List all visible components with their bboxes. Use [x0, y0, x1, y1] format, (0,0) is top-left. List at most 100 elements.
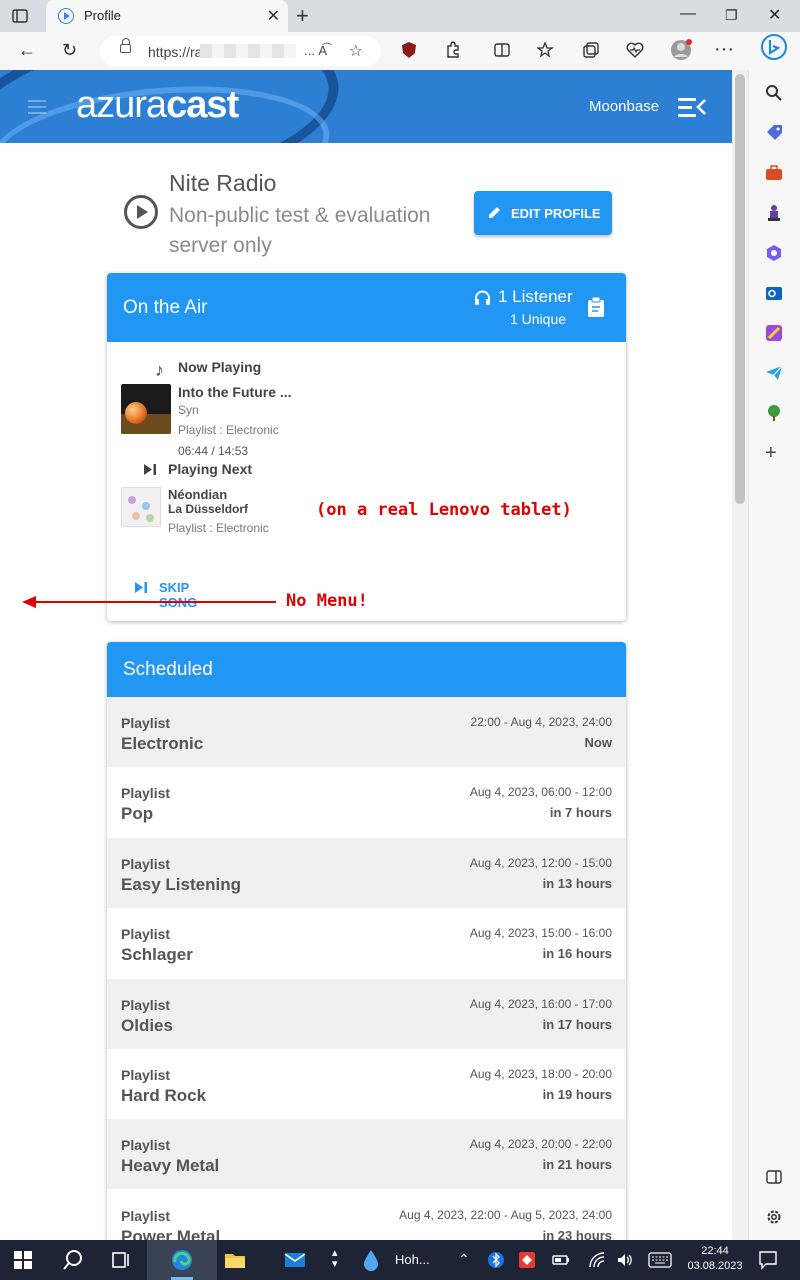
tab-actions-icon[interactable] [10, 6, 30, 26]
now-playing-label: Now Playing [178, 359, 262, 375]
playing-next-playlist: Playlist : Electronic [168, 521, 269, 535]
schedule-row-type: Playlist [121, 1067, 171, 1083]
refresh-icon[interactable]: ↻ [62, 40, 77, 61]
schedule-row-type: Playlist [121, 996, 171, 1013]
schedule-row-name: Heavy Metal [121, 1156, 220, 1176]
extensions-puzzle-icon[interactable] [444, 41, 462, 59]
schedule-row-type: Playlist [121, 1137, 171, 1154]
favorite-star-icon[interactable]: ☆ [349, 41, 363, 61]
designer-icon[interactable] [765, 324, 783, 342]
outlook-icon[interactable] [765, 284, 783, 302]
windows-start-icon[interactable] [14, 1251, 32, 1269]
browser-tab-profile[interactable]: Profile ✕ [46, 0, 288, 32]
collections-icon[interactable] [582, 41, 600, 59]
sidebar-search-icon[interactable] [765, 84, 783, 102]
taskbar-weather-text[interactable]: Hoh... [395, 1252, 430, 1267]
file-explorer-icon[interactable] [224, 1249, 246, 1271]
on-the-air-heading: On the Air [123, 297, 208, 318]
now-playing-artist: Syn [178, 403, 199, 417]
address-bar[interactable]: https://ra ... A͡ ☆ [100, 36, 381, 66]
menu-toggle-icon[interactable] [678, 96, 706, 118]
profile-avatar-icon[interactable] [670, 39, 692, 61]
back-icon[interactable]: ← [18, 40, 36, 61]
task-view-icon[interactable] [110, 1249, 132, 1271]
ublock-icon[interactable] [400, 41, 418, 59]
schedule-row-time: Aug 4, 2023, 16:00 - 17:00 [469, 996, 612, 1011]
now-playing-album-art [121, 384, 171, 434]
schedule-row-relative: in 13 hours [542, 875, 612, 891]
split-screen-icon[interactable] [493, 41, 511, 59]
sidebar-settings-gear-icon[interactable] [765, 1208, 783, 1226]
taskbar-overflow-chevron-icon[interactable]: ▴ ▾ [332, 1248, 338, 1270]
schedule-row-type: Playlist [121, 785, 171, 802]
window-close-icon[interactable]: ✕ [768, 5, 781, 25]
battery-icon[interactable] [552, 1251, 570, 1269]
scrollbar-thumb[interactable] [735, 74, 745, 504]
now-playing-progress-time: 06:44 / 14:53 [178, 444, 249, 458]
on-the-air-header: On the Air 1 Listener 1 Unique [107, 273, 626, 342]
bluetooth-icon[interactable] [488, 1251, 504, 1269]
show-hidden-icons-icon[interactable]: ⌃ [458, 1251, 470, 1268]
taskbar-edge-active[interactable] [147, 1240, 217, 1280]
now-playing-playlist: Playlist : Electronic [178, 423, 279, 437]
taskbar-search-icon[interactable] [62, 1249, 84, 1271]
station-description: Non-public test & evaluation server only [169, 204, 431, 257]
touch-keyboard-icon[interactable] [648, 1252, 672, 1268]
now-playing-title: Into the Future ... [178, 384, 292, 400]
schedule-row-time: Aug 4, 2023, 18:00 - 20:00 [469, 1067, 612, 1081]
bing-copilot-icon[interactable] [761, 34, 787, 60]
more-menu-icon[interactable]: ··· [714, 38, 734, 61]
restore-icon[interactable]: ❐ [725, 7, 738, 24]
schedule-row-time: Aug 4, 2023, 12:00 - 15:00 [469, 855, 612, 870]
anydesk-tray-icon[interactable] [518, 1251, 536, 1269]
azuracast-logo[interactable]: azuracast [76, 84, 239, 127]
browser-essentials-icon[interactable] [626, 41, 644, 59]
schedule-row: Playlist Pop Aug 4, 2023, 06:00 - 12:00 in … [107, 767, 626, 838]
minimize-icon[interactable]: — [680, 5, 696, 23]
playing-next-label: Playing Next [168, 461, 253, 477]
schedule-row-name: Schlager [121, 945, 193, 965]
listener-unique: 1 Unique [510, 311, 567, 327]
telegram-send-icon[interactable] [765, 364, 783, 382]
notification-center-icon[interactable] [758, 1250, 778, 1270]
headphones-icon [475, 290, 490, 305]
schedule-row-relative: in 7 hours [549, 805, 612, 821]
tree-game-icon[interactable] [765, 404, 783, 422]
shopping-tag-icon[interactable] [765, 124, 783, 142]
schedule-row-name: Power Metal [121, 1226, 221, 1240]
azuracast-play-favicon-icon [58, 8, 74, 24]
lock-icon [120, 38, 131, 53]
schedule-row-type: Playlist [121, 715, 171, 731]
play-circle-icon[interactable] [124, 195, 158, 229]
tools-briefcase-icon[interactable] [765, 164, 783, 182]
volume-icon[interactable] [616, 1251, 634, 1269]
tab-close-icon[interactable]: ✕ [267, 6, 280, 26]
schedule-row: Playlist Oldies Aug 4, 2023, 16:00 - 17:00… [107, 978, 626, 1049]
favorites-icon[interactable] [537, 41, 555, 59]
schedule-row: Playlist Easy Listening Aug 4, 2023, 12:00… [107, 837, 626, 908]
sidebar-add-icon[interactable]: + [765, 443, 783, 463]
read-aloud-icon[interactable]: A͡ [318, 43, 327, 58]
new-tab-icon[interactable]: + [296, 3, 309, 29]
playing-next-album-art [121, 487, 161, 527]
schedule-row: Playlist Schlager Aug 4, 2023, 15:00 - 16:… [107, 908, 626, 979]
scheduled-card: Scheduled Playlist Electronic 22:00 - Aug … [107, 642, 626, 1240]
microsoft-365-icon[interactable] [765, 244, 783, 262]
edit-profile-button[interactable]: EDIT PROFILE [474, 191, 612, 235]
station-title: Nite Radio [169, 170, 277, 196]
taskbar-clock[interactable]: 22:44 03.08.2023 [686, 1244, 744, 1274]
page-scrollbar[interactable] [732, 70, 748, 1240]
schedule-row-name: Electronic [121, 734, 204, 753]
wifi-icon[interactable] [588, 1251, 606, 1269]
weather-drop-icon[interactable] [360, 1249, 382, 1271]
browser-tab-bar: Profile ✕ + — ❐ ✕ [0, 0, 800, 32]
hamburger-menu-icon[interactable] [28, 100, 46, 114]
station-name[interactable]: Moonbase [589, 98, 659, 115]
schedule-row-type: Playlist [121, 926, 171, 943]
on-the-air-card: On the Air 1 Listener 1 Unique ♪ Now Pla… [107, 273, 626, 621]
clipboard-report-icon[interactable] [587, 297, 605, 317]
hide-sidebar-icon[interactable] [765, 1168, 783, 1186]
schedule-row-relative: in 16 hours [542, 946, 612, 962]
mail-app-icon[interactable] [284, 1249, 306, 1271]
games-chess-icon[interactable] [765, 204, 783, 222]
